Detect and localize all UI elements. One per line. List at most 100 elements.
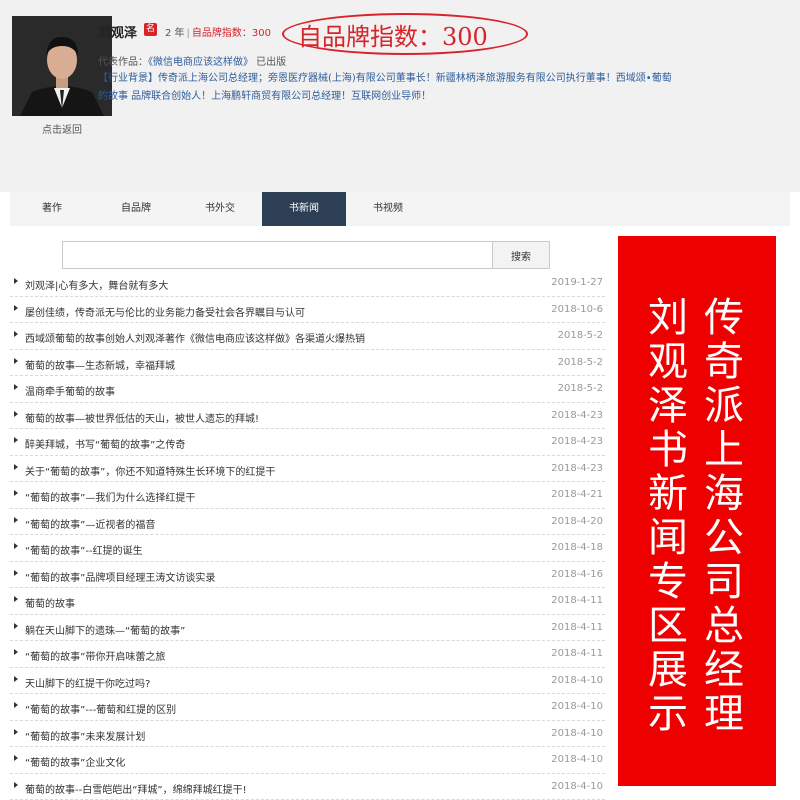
news-title[interactable]: “葡萄的故事”—近视者的福音 — [25, 516, 525, 531]
bullet-arrow-icon — [14, 596, 18, 602]
news-item[interactable]: 葡萄的故事—被世界低估的天山，被世人遗忘的拜城! 2018-4-23 — [10, 403, 605, 429]
news-list: 刘观泽|心有多大，舞台就有多大 2019-1-27 屡创佳绩，传奇派无与伦比的业务能… — [10, 270, 605, 800]
bullet-arrow-icon — [14, 384, 18, 390]
news-title[interactable]: 屡创佳绩，传奇派无与伦比的业务能力备受社会各界瞩目与认可 — [25, 304, 525, 319]
search-button[interactable]: 搜索 — [492, 241, 550, 269]
news-title[interactable]: 葡萄的故事—生态新城，幸福拜城 — [25, 357, 525, 372]
news-date: 2018-4-10 — [551, 754, 603, 765]
bullet-arrow-icon — [14, 278, 18, 284]
bullet-arrow-icon — [14, 490, 18, 496]
news-title[interactable]: “葡萄的故事”品牌项目经理王涛文访谈实录 — [25, 569, 525, 584]
news-item[interactable]: 躺在天山脚下的遗珠—“葡萄的故事” 2018-4-11 — [10, 615, 605, 641]
news-item[interactable]: “葡萄的故事”—我们为什么选择红提干 2018-4-21 — [10, 482, 605, 509]
news-date: 2018-4-11 — [551, 648, 603, 659]
news-date: 2018-4-11 — [551, 621, 603, 633]
news-title[interactable]: 天山脚下的红提干你吃过吗? — [25, 675, 525, 690]
news-title[interactable]: 关于“葡萄的故事”，你还不知道特殊生长环境下的红提干 — [25, 463, 525, 478]
news-title[interactable]: “葡萄的故事”企业文化 — [25, 754, 525, 769]
news-item[interactable]: “葡萄的故事”---葡萄和红提的区别 2018-4-10 — [10, 694, 605, 721]
news-title[interactable]: 葡萄的故事--白雪皑皑出“拜城”，绵绵拜城红提干! — [25, 781, 525, 796]
search-input[interactable] — [62, 241, 493, 269]
works-label: 代表作品： — [98, 57, 148, 68]
tab-works[interactable]: 著作 — [10, 192, 94, 226]
bullet-arrow-icon — [14, 410, 18, 417]
news-item[interactable]: “葡萄的故事”带你开启味蕾之旅 2018-4-11 — [10, 641, 605, 668]
news-date: 2018-4-18 — [551, 542, 603, 553]
news-title[interactable]: 葡萄的故事—被世界低估的天山，被世人遗忘的拜城! — [25, 410, 525, 425]
news-item[interactable]: “葡萄的故事”未来发展计划 2018-4-10 — [10, 721, 605, 747]
portrait-image — [12, 16, 112, 116]
news-title[interactable]: 温商牵手葡萄的故事 — [25, 383, 525, 398]
news-date: 2018-4-10 — [551, 701, 603, 712]
news-date: 2018-10-6 — [551, 303, 603, 315]
news-date: 2018-4-11 — [551, 595, 603, 606]
news-item[interactable]: 温商牵手葡萄的故事 2018-5-2 — [10, 376, 605, 403]
bullet-arrow-icon — [14, 649, 18, 655]
profile-header: 点击返回 刘观泽 名 2 年 | 自品牌指数：300 自品牌指数：300 代表作品：… — [0, 0, 800, 192]
news-title[interactable]: “葡萄的故事”未来发展计划 — [25, 728, 525, 743]
news-title[interactable]: 醉美拜城，书写“葡萄的故事”之传奇 — [25, 436, 525, 451]
news-item[interactable]: 葡萄的故事--白雪皑皑出“拜城”，绵绵拜城红提干! 2018-4-10 — [10, 774, 605, 800]
news-item[interactable]: 醉美拜城，书写“葡萄的故事”之传奇 2018-4-23 — [10, 429, 605, 456]
banner-line-1: 传奇派上海公司总经理 — [704, 295, 744, 737]
news-title[interactable]: “葡萄的故事”带你开启味蕾之旅 — [25, 648, 525, 663]
tab-book-video[interactable]: 书视频 — [346, 192, 430, 226]
bullet-arrow-icon — [14, 702, 18, 708]
news-title[interactable]: “葡萄的故事”--红提的诞生 — [25, 542, 525, 557]
news-title[interactable]: 西域颂葡萄的故事创始人刘观泽著作《微信电商应该这样做》各渠道火爆热销 — [25, 330, 525, 345]
bullet-arrow-icon — [14, 675, 18, 682]
news-item[interactable]: 西域颂葡萄的故事创始人刘观泽著作《微信电商应该这样做》各渠道火爆热销 2018-5… — [10, 323, 605, 350]
tab-book-news[interactable]: 书新闻 — [262, 192, 346, 226]
bullet-arrow-icon — [14, 569, 18, 576]
industry-background: 【行业背景】传奇派上海公司总经理；旁恩医疗器械(上海)有限公司董事长！新疆林柄泽… — [98, 73, 672, 102]
news-date: 2018-5-2 — [557, 383, 603, 394]
news-item[interactable]: 葡萄的故事 2018-4-11 — [10, 588, 605, 615]
banner-line-2: 刘观泽书新闻专区展示 — [648, 295, 688, 737]
author-avatar[interactable] — [12, 16, 112, 116]
news-item[interactable]: 屡创佳绩，传奇派无与伦比的业务能力备受社会各界瞩目与认可 2018-10-6 — [10, 297, 605, 323]
news-date: 2019-1-27 — [551, 277, 603, 288]
news-item[interactable]: “葡萄的故事”企业文化 2018-4-10 — [10, 747, 605, 774]
tab-self-brand[interactable]: 自品牌 — [94, 192, 178, 226]
news-item[interactable]: 天山脚下的红提干你吃过吗? 2018-4-10 — [10, 668, 605, 694]
news-date: 2018-4-10 — [551, 727, 603, 739]
bullet-arrow-icon — [14, 543, 18, 549]
bullet-arrow-icon — [14, 516, 18, 523]
news-date: 2018-4-10 — [551, 780, 603, 792]
news-date: 2018-4-20 — [551, 515, 603, 527]
works-title-link[interactable]: 《微信电商应该这样做》 — [148, 57, 253, 68]
news-item[interactable]: “葡萄的故事”--红提的诞生 2018-4-18 — [10, 535, 605, 562]
news-title[interactable]: 葡萄的故事 — [25, 595, 525, 610]
news-title[interactable]: 刘观泽|心有多大，舞台就有多大 — [25, 277, 525, 292]
representative-works: 代表作品：《微信电商应该这样做》 已出版 — [98, 53, 286, 68]
news-item[interactable]: 刘观泽|心有多大，舞台就有多大 2019-1-27 — [10, 270, 605, 297]
bullet-arrow-icon — [14, 463, 18, 470]
news-title[interactable]: 躺在天山脚下的遗珠—“葡萄的故事” — [25, 622, 525, 637]
news-item[interactable]: “葡萄的故事”—近视者的福音 2018-4-20 — [10, 509, 605, 535]
news-date: 2018-4-10 — [551, 674, 603, 686]
bullet-arrow-icon — [14, 331, 18, 337]
profile-stats: 2 年 | 自品牌指数：300 — [165, 24, 271, 39]
back-link[interactable]: 点击返回 — [12, 121, 112, 136]
news-date: 2018-4-21 — [551, 489, 603, 500]
profile-tabs: 著作 自品牌 书外交 书新闻 书视频 — [10, 192, 790, 226]
news-date: 2018-4-16 — [551, 568, 603, 580]
tab-book-diplomacy[interactable]: 书外交 — [178, 192, 262, 226]
news-title[interactable]: “葡萄的故事”—我们为什么选择红提干 — [25, 489, 525, 504]
author-name[interactable]: 刘观泽 — [98, 22, 137, 41]
membership-years: 2 年 — [165, 28, 185, 39]
news-date: 2018-4-23 — [551, 462, 603, 474]
bullet-arrow-icon — [14, 357, 18, 364]
news-title[interactable]: “葡萄的故事”---葡萄和红提的区别 — [25, 701, 525, 716]
news-item[interactable]: 葡萄的故事—生态新城，幸福拜城 2018-5-2 — [10, 350, 605, 376]
bullet-arrow-icon — [14, 622, 18, 629]
bullet-arrow-icon — [14, 781, 18, 788]
stats-separator: | — [186, 28, 190, 39]
news-item[interactable]: “葡萄的故事”品牌项目经理王涛文访谈实录 2018-4-16 — [10, 562, 605, 588]
bullet-arrow-icon — [14, 304, 18, 311]
bullet-arrow-icon — [14, 755, 18, 761]
verified-badge-icon: 名 — [144, 23, 157, 36]
promo-banner: 传奇派上海公司总经理 刘观泽书新闻专区展示 — [618, 236, 776, 786]
brand-index-callout-text: 自品牌指数：300 — [298, 23, 488, 51]
news-item[interactable]: 关于“葡萄的故事”，你还不知道特殊生长环境下的红提干 2018-4-23 — [10, 456, 605, 482]
